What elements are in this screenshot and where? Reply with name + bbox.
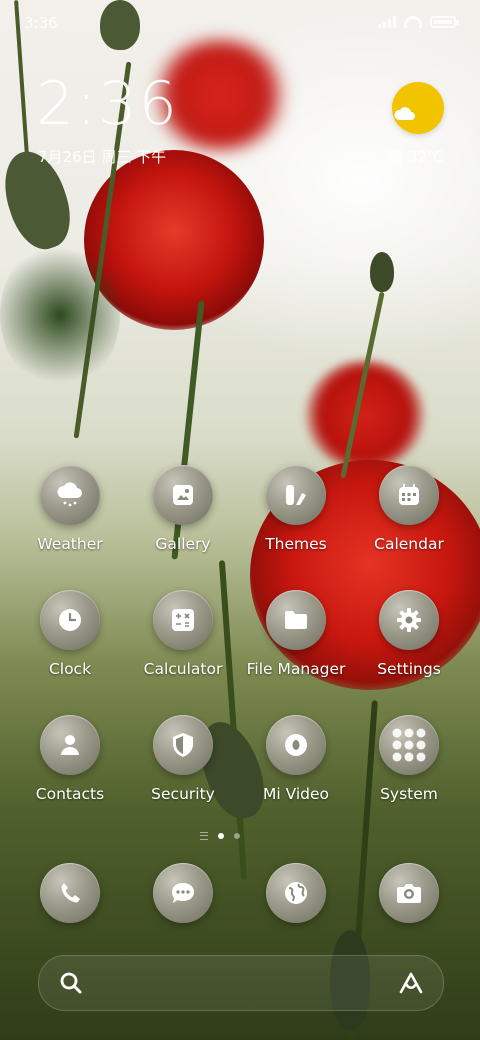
- gallery-icon: [153, 465, 213, 525]
- app-settings[interactable]: Settings: [349, 590, 469, 678]
- app-label: Calendar: [374, 535, 444, 553]
- assistant-icon[interactable]: [397, 971, 425, 999]
- status-bar: 3:36: [24, 10, 459, 38]
- browser-icon: [266, 863, 326, 923]
- app-label: Security: [151, 785, 215, 803]
- dock-phone[interactable]: [10, 863, 130, 923]
- weather-widget-temp: 晴 32℃: [388, 148, 444, 166]
- battery-icon: [430, 16, 459, 28]
- page-dot: [234, 833, 240, 839]
- app-calculator[interactable]: Calculator: [123, 590, 243, 678]
- clock-icon: [40, 590, 100, 650]
- themes-icon: [266, 465, 326, 525]
- camera-icon: [379, 863, 439, 923]
- dock-messages[interactable]: [123, 863, 243, 923]
- app-system-folder[interactable]: System: [349, 715, 469, 803]
- calculator-icon: [153, 590, 213, 650]
- app-weather[interactable]: Weather: [10, 465, 130, 553]
- app-label: Calculator: [143, 660, 223, 678]
- weather-icon: [40, 465, 100, 525]
- app-themes[interactable]: Themes: [236, 465, 356, 553]
- video-icon: [266, 715, 326, 775]
- app-label: Settings: [377, 660, 441, 678]
- signal-icon: [378, 16, 396, 28]
- status-time: 3:36: [24, 14, 58, 32]
- app-mi-video[interactable]: Mi Video: [236, 715, 356, 803]
- clock-widget-date: 7月26日 周三 下午: [38, 148, 167, 166]
- search-icon[interactable]: [59, 971, 83, 999]
- app-label: System: [380, 785, 438, 803]
- app-file-manager[interactable]: File Manager: [236, 590, 356, 678]
- app-label: File Manager: [246, 660, 346, 678]
- phone-icon: [40, 863, 100, 923]
- page-indicator-list: [200, 832, 208, 840]
- app-contacts[interactable]: Contacts: [10, 715, 130, 803]
- messages-icon: [153, 863, 213, 923]
- app-calendar[interactable]: Calendar: [349, 465, 469, 553]
- app-label: Themes: [265, 535, 327, 553]
- contacts-icon: [40, 715, 100, 775]
- clock-widget-time[interactable]: 2:36: [36, 74, 179, 134]
- dock-browser[interactable]: [236, 863, 356, 923]
- app-label: Contacts: [35, 785, 105, 803]
- dock-camera[interactable]: [349, 863, 469, 923]
- folder-icon: [266, 590, 326, 650]
- app-security[interactable]: Security: [123, 715, 243, 803]
- search-bar[interactable]: [38, 955, 444, 1011]
- wifi-icon: [404, 16, 422, 28]
- gear-icon: [379, 590, 439, 650]
- app-clock[interactable]: Clock: [10, 590, 130, 678]
- app-label: Weather: [37, 535, 103, 553]
- app-gallery[interactable]: Gallery: [123, 465, 243, 553]
- shield-icon: [153, 715, 213, 775]
- app-label: Gallery: [155, 535, 211, 553]
- page-indicator: [200, 832, 240, 840]
- calendar-icon: [379, 465, 439, 525]
- status-icons: [378, 16, 459, 28]
- app-label: Mi Video: [262, 785, 330, 803]
- page-dot-current: [218, 833, 224, 839]
- app-folder-icon: [379, 715, 439, 775]
- sun-cloud-icon[interactable]: [392, 82, 444, 134]
- app-label: Clock: [48, 660, 92, 678]
